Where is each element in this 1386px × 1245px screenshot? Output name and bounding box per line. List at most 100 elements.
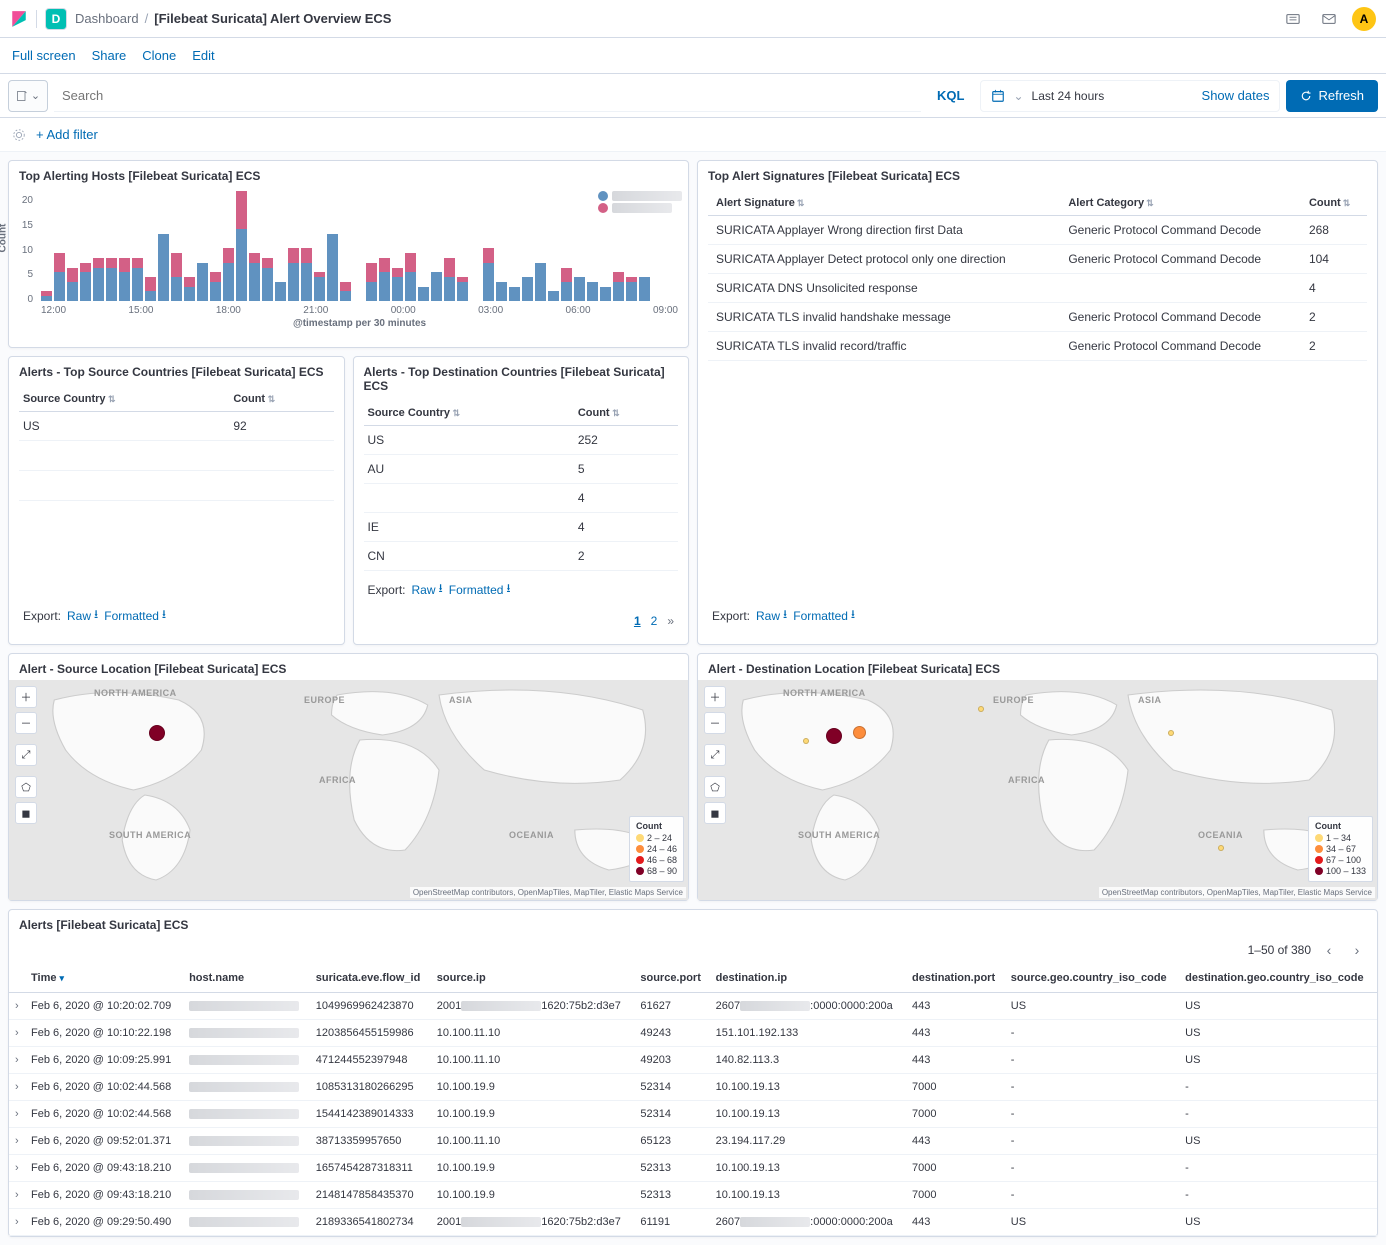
expand-row-icon[interactable]: › — [9, 1128, 25, 1155]
table-row[interactable]: US252 — [364, 426, 679, 455]
col-host[interactable]: host.name — [183, 964, 310, 993]
col-dip[interactable]: destination.ip — [710, 964, 906, 993]
col-flow[interactable]: suricata.eve.flow_id — [310, 964, 431, 993]
bar[interactable] — [405, 191, 416, 301]
kibana-logo-icon[interactable] — [10, 10, 28, 28]
bar[interactable] — [457, 191, 468, 301]
expand-row-icon[interactable]: › — [9, 1074, 25, 1101]
bar[interactable] — [119, 191, 130, 301]
fit-bounds-button[interactable]: ⤢ — [15, 744, 37, 766]
share-button[interactable]: Share — [92, 48, 127, 63]
zoom-in-button[interactable]: ＋ — [704, 686, 726, 708]
col-dgeo[interactable]: destination.geo.country_iso_code — [1179, 964, 1377, 993]
bar[interactable] — [613, 191, 624, 301]
map-point[interactable] — [149, 725, 165, 741]
col-count[interactable]: Count ⇅ — [229, 387, 333, 412]
expand-row-icon[interactable]: › — [9, 1020, 25, 1047]
col-count[interactable]: Count ⇅ — [574, 401, 678, 426]
bar[interactable] — [158, 191, 169, 301]
draw-polygon-button[interactable]: ⬠ — [15, 776, 37, 798]
bar[interactable] — [353, 191, 364, 301]
col-time[interactable]: Time ▾ — [25, 964, 183, 993]
expand-row-icon[interactable]: › — [9, 1182, 25, 1209]
col-count[interactable]: Count⇅ — [1301, 191, 1367, 216]
edit-button[interactable]: Edit — [192, 48, 214, 63]
fullscreen-button[interactable]: Full screen — [12, 48, 76, 63]
bar[interactable] — [366, 191, 377, 301]
zoom-in-button[interactable]: ＋ — [15, 686, 37, 708]
bar[interactable] — [67, 191, 78, 301]
table-row[interactable]: ›Feb 6, 2020 @ 09:52:01.3713871335995765… — [9, 1128, 1377, 1155]
bar[interactable] — [392, 191, 403, 301]
bar[interactable] — [132, 191, 143, 301]
bar[interactable] — [431, 191, 442, 301]
table-row[interactable]: SURICATA Applayer Wrong direction first … — [708, 216, 1367, 245]
bar[interactable] — [587, 191, 598, 301]
bar[interactable] — [548, 191, 559, 301]
fit-bounds-button[interactable]: ⤢ — [704, 744, 726, 766]
map-point[interactable] — [978, 706, 984, 712]
col-sgeo[interactable]: source.geo.country_iso_code — [1005, 964, 1179, 993]
bar[interactable] — [418, 191, 429, 301]
search-input[interactable] — [62, 88, 913, 103]
expand-row-icon[interactable]: › — [9, 1209, 25, 1236]
news-icon[interactable] — [1280, 6, 1306, 32]
table-row[interactable]: ›Feb 6, 2020 @ 10:02:44.5681085313180266… — [9, 1074, 1377, 1101]
map-point[interactable] — [826, 728, 842, 744]
draw-polygon-button[interactable]: ⬠ — [704, 776, 726, 798]
col-sport[interactable]: source.port — [634, 964, 709, 993]
table-row[interactable]: ›Feb 6, 2020 @ 10:09:25.9914712445523979… — [9, 1047, 1377, 1074]
bar[interactable] — [223, 191, 234, 301]
bar[interactable] — [496, 191, 507, 301]
export-formatted-button[interactable]: Formatted ⭳ — [104, 605, 166, 626]
table-row[interactable]: ›Feb 6, 2020 @ 09:43:18.2101657454287318… — [9, 1155, 1377, 1182]
filter-settings-icon[interactable] — [12, 128, 26, 142]
page-2[interactable]: 2 — [651, 614, 658, 628]
table-row[interactable]: 4 — [364, 484, 679, 513]
table-row[interactable]: AU5 — [364, 455, 679, 484]
bar[interactable] — [262, 191, 273, 301]
export-formatted-button[interactable]: Formatted ⭳ — [793, 605, 855, 626]
bar[interactable] — [600, 191, 611, 301]
map-point[interactable] — [1218, 845, 1224, 851]
mail-icon[interactable] — [1316, 6, 1342, 32]
col-category[interactable]: Alert Category⇅ — [1060, 191, 1301, 216]
zoom-out-button[interactable]: － — [15, 712, 37, 734]
bar[interactable] — [639, 191, 650, 301]
saved-query-button[interactable]: ⌄ — [8, 80, 48, 112]
next-page-button[interactable]: › — [1347, 942, 1367, 958]
bar[interactable] — [626, 191, 637, 301]
bar[interactable] — [509, 191, 520, 301]
table-row[interactable]: US92 — [19, 412, 334, 441]
table-row[interactable]: IE4 — [364, 513, 679, 542]
bar[interactable] — [522, 191, 533, 301]
top-hosts-chart[interactable]: Count 20151050 12:0015:0018:0021:0000:00… — [9, 187, 688, 347]
prev-page-button[interactable]: ‹ — [1319, 942, 1339, 958]
expand-row-icon[interactable]: › — [9, 1101, 25, 1128]
bar[interactable] — [288, 191, 299, 301]
add-filter-button[interactable]: + Add filter — [36, 127, 98, 142]
bar[interactable] — [340, 191, 351, 301]
bar[interactable] — [41, 191, 52, 301]
table-row[interactable]: CN2 — [364, 542, 679, 571]
bar[interactable] — [535, 191, 546, 301]
map-point[interactable] — [803, 738, 809, 744]
page-next[interactable]: » — [667, 614, 674, 628]
zoom-out-button[interactable]: － — [704, 712, 726, 734]
clone-button[interactable]: Clone — [142, 48, 176, 63]
page-1[interactable]: 1 — [634, 614, 641, 628]
draw-box-button[interactable]: ◼ — [15, 802, 37, 824]
table-row[interactable]: ›Feb 6, 2020 @ 10:20:02.7091049969962423… — [9, 993, 1377, 1020]
bar[interactable] — [327, 191, 338, 301]
map-point[interactable] — [1168, 730, 1174, 736]
table-row[interactable]: ›Feb 6, 2020 @ 09:43:18.2102148147858435… — [9, 1182, 1377, 1209]
table-row[interactable]: SURICATA TLS invalid record/trafficGener… — [708, 332, 1367, 361]
breadcrumb-root[interactable]: Dashboard — [75, 11, 139, 26]
bar[interactable] — [171, 191, 182, 301]
bar[interactable] — [80, 191, 91, 301]
refresh-button[interactable]: Refresh — [1286, 80, 1378, 112]
expand-row-icon[interactable]: › — [9, 1155, 25, 1182]
table-row[interactable]: SURICATA DNS Unsolicited response4 — [708, 274, 1367, 303]
export-raw-button[interactable]: Raw ⭳ — [412, 579, 443, 600]
expand-row-icon[interactable]: › — [9, 1047, 25, 1074]
